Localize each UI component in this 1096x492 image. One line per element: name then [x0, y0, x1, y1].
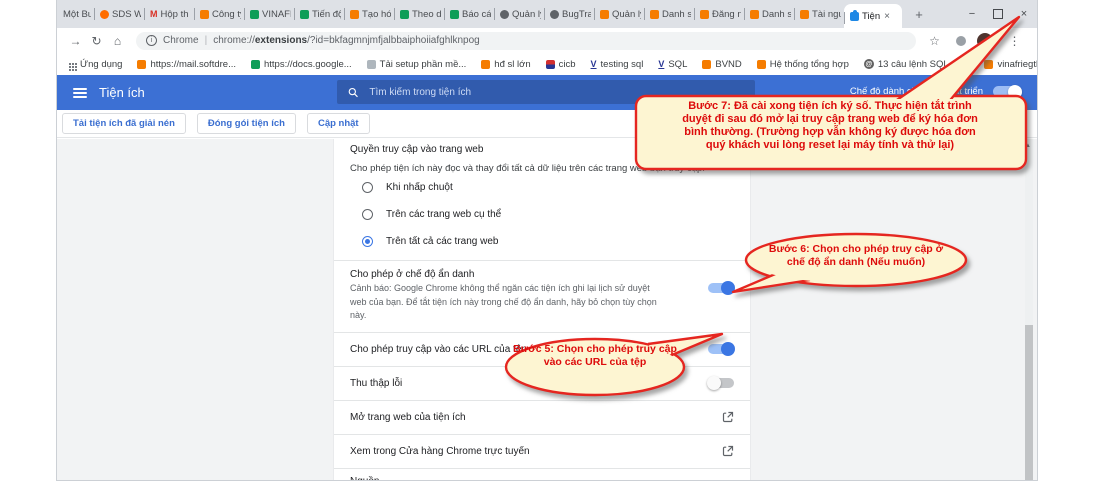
url-host: extensions [255, 35, 307, 46]
tab-bao-cao[interactable]: Báo cá [444, 0, 494, 28]
page-info-icon[interactable]: i [146, 35, 157, 46]
sheets-favicon [250, 10, 259, 19]
doc-favicon [367, 60, 376, 69]
hamburger-menu-icon[interactable] [73, 88, 87, 98]
incognito-title: Cho phép ở chế độ ẩn danh [350, 269, 664, 280]
tab-label: Quản lý [512, 9, 541, 20]
home-icon[interactable]: ⌂ [107, 34, 128, 48]
invoice-favicon [600, 10, 609, 19]
step7-callout-text: Bước 7: Đã cài xong tiện ích ký số. Thực… [676, 100, 984, 152]
url-separator: | [205, 35, 208, 46]
radio-specific-sites[interactable]: Trên các trang web cụ thể [350, 201, 734, 228]
reload-icon[interactable]: ↻ [86, 34, 107, 48]
url-product-label: Chrome [163, 35, 199, 46]
apps-grid-favicon [69, 63, 71, 65]
radio-on-click[interactable]: Khi nhấp chuột [350, 174, 734, 201]
tab-label: VINAFR [262, 9, 291, 20]
tab-sds[interactable]: SDS We [94, 0, 144, 28]
bookmark-apps[interactable]: Ứng dụng [69, 59, 122, 70]
tab-label: SDS We [112, 9, 141, 20]
tab-label: Tạo hó [362, 9, 391, 20]
extension-detail-card: Quyền truy cập vào trang web Cho phép ti… [333, 139, 751, 480]
forward-icon[interactable]: → [65, 34, 86, 48]
tab-label: Hộp th [161, 9, 189, 20]
bookmark-docs-google[interactable]: https://docs.google... [251, 59, 352, 70]
tab-cong-ty[interactable]: Công ty [194, 0, 244, 28]
tab-theo-doi[interactable]: Theo d [394, 0, 444, 28]
globe-favicon [550, 10, 559, 19]
external-link-icon[interactable] [722, 445, 734, 457]
step6-callout-text: Bước 6: Chọn cho phép truy cập ở chế độ … [766, 243, 946, 268]
screenshot-root: Một Bư SDS We Hộp th Công ty VINAFR Tiến… [0, 0, 1096, 492]
tab-label: BugTra [562, 9, 591, 20]
tab-tao-hoa[interactable]: Tạo hó [344, 0, 394, 28]
invoice-favicon [350, 10, 359, 19]
update-button[interactable]: Cập nhật [307, 113, 370, 134]
invoice-favicon [200, 10, 209, 19]
url-scheme: chrome:// [213, 35, 255, 46]
incognito-warning: Cảnh báo: Google Chrome không thể ngăn c… [350, 280, 664, 323]
gmail-favicon [150, 10, 158, 19]
incognito-row: Cho phép ở chế độ ẩn danh Cảnh báo: Goog… [350, 261, 734, 332]
page-url: chrome://extensions/?id=bkfagmnjmfjalbba… [213, 35, 480, 46]
tab-hop-thu[interactable]: Hộp th [144, 0, 194, 28]
source-label: Nguồn [350, 476, 734, 481]
load-unpacked-button[interactable]: Tải tiện ích đã giải nén [62, 113, 186, 134]
scrollbar-thumb[interactable] [1025, 325, 1033, 480]
step5-callout-text: Bước 5: Chọn cho phép truy cập vào các U… [513, 343, 677, 368]
radio-icon[interactable] [362, 182, 373, 193]
v-favicon [591, 60, 597, 69]
tab-tien-do[interactable]: Tiến độ [294, 0, 344, 28]
page-title: Tiện ích [99, 85, 145, 100]
source-row: Nguồn Chrome Web Store [350, 469, 734, 481]
cicb-favicon [546, 60, 555, 69]
open-website-label: Mở trang web của tiện ích [350, 412, 466, 423]
url-rest: /?id=bkfagmnjmfjalbbaiphoiiafghlknpog [307, 35, 480, 46]
invoice-favicon [481, 60, 490, 69]
external-link-icon[interactable] [722, 411, 734, 423]
view-in-store-row[interactable]: Xem trong Cửa hàng Chrome trực tuyến [350, 435, 734, 468]
extensions-content: Quyền truy cập vào trang web Cho phép ti… [57, 139, 1037, 480]
tab-mot-bu[interactable]: Một Bư [57, 0, 94, 28]
tab-label: Theo d [412, 9, 441, 20]
bookmark-hd-sl-lon[interactable]: hđ sl lớn [481, 59, 530, 70]
sheets-favicon [300, 10, 309, 19]
bookmark-mail-softdre[interactable]: https://mail.softdre... [137, 59, 236, 70]
tab-vinafr[interactable]: VINAFR [244, 0, 294, 28]
tab-bugtrack[interactable]: BugTra [544, 0, 594, 28]
globe-favicon [500, 10, 509, 19]
radio-icon[interactable] [362, 209, 373, 220]
sds-favicon [100, 10, 109, 19]
tab-quan-ly-1[interactable]: Quản lý [494, 0, 544, 28]
view-in-store-label: Xem trong Cửa hàng Chrome trực tuyến [350, 446, 530, 457]
search-icon [348, 87, 358, 98]
bookmark-cicb[interactable]: cicb [546, 59, 576, 70]
sheets-favicon [251, 60, 260, 69]
bookmark-tai-setup[interactable]: Tải setup phần mề... [367, 59, 467, 70]
sheets-favicon [400, 10, 409, 19]
step7-callout-bubble [630, 8, 1035, 178]
step5-callout-bubble [498, 328, 743, 408]
error-collection-label: Thu thập lỗi [350, 378, 402, 389]
tab-label: Một Bư [63, 9, 91, 20]
tab-label: Tiến độ [312, 9, 341, 20]
invoice-favicon [137, 60, 146, 69]
radio-selected-icon[interactable] [362, 236, 373, 247]
pack-extension-button[interactable]: Đóng gói tiện ích [197, 113, 296, 134]
tab-label: Báo cá [462, 9, 491, 20]
radio-all-sites[interactable]: Trên tất cả các trang web [350, 228, 734, 255]
tab-label: Công ty [212, 9, 241, 20]
sheets-favicon [450, 10, 459, 19]
